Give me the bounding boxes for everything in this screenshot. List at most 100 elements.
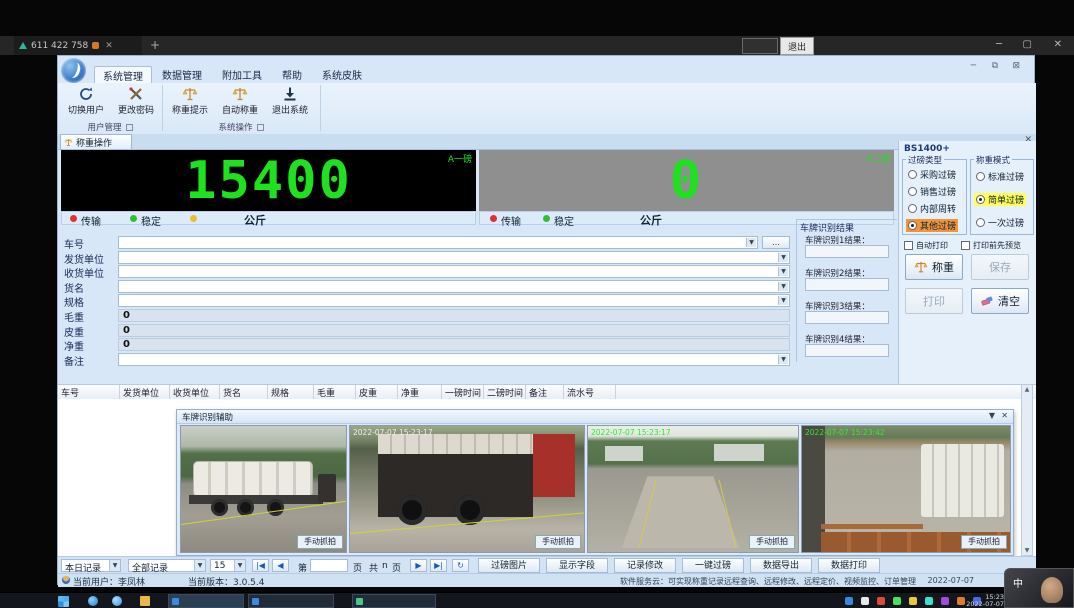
col-remark[interactable]: 备注 bbox=[526, 385, 564, 400]
radio-simple[interactable]: 简单过磅 bbox=[974, 193, 1026, 206]
weigh-alert-button[interactable]: 称重提示 bbox=[166, 85, 214, 121]
folder-icon[interactable] bbox=[140, 596, 150, 606]
scroll-up-icon[interactable]: ▲ bbox=[1022, 386, 1032, 393]
weigh-button[interactable]: 称重 bbox=[905, 254, 963, 280]
receiver-input[interactable]: ▼ bbox=[118, 265, 790, 278]
radio-sales[interactable]: 销售过磅 bbox=[906, 185, 958, 198]
group-launcher-icon[interactable] bbox=[257, 124, 264, 131]
ribbon-tab-tools[interactable]: 附加工具 bbox=[214, 66, 270, 83]
remote-exit-button[interactable]: 退出 bbox=[780, 37, 814, 55]
first-page-button[interactable]: |◀ bbox=[252, 559, 269, 572]
auto-print-checkbox[interactable]: 自动打印 bbox=[904, 240, 948, 251]
plate-result-3-input[interactable] bbox=[805, 311, 889, 324]
taskbar-window-3[interactable] bbox=[352, 594, 436, 608]
goods-input[interactable]: ▼ bbox=[118, 280, 790, 293]
chevron-down-icon[interactable]: ▼ bbox=[746, 238, 756, 247]
taskbar-window-1[interactable] bbox=[168, 594, 244, 608]
ribbon-tab-system[interactable]: 系统管理 bbox=[94, 66, 152, 84]
col-receiver[interactable]: 收货单位 bbox=[170, 385, 220, 400]
plate-more-button[interactable]: … bbox=[762, 236, 790, 249]
show-fields-button[interactable]: 显示字段 bbox=[546, 558, 608, 573]
chevron-down-icon[interactable]: ▼ bbox=[109, 560, 120, 571]
chevron-down-icon[interactable]: ▼ bbox=[778, 282, 788, 291]
close-icon[interactable]: ✕ bbox=[1054, 39, 1062, 50]
ribbon-tab-skin[interactable]: 系统皮肤 bbox=[314, 66, 370, 83]
minimize-icon[interactable]: ─ bbox=[996, 39, 1002, 50]
maximize-icon[interactable]: ▢ bbox=[1023, 39, 1032, 50]
col-tare[interactable]: 皮重 bbox=[356, 385, 398, 400]
tray-icon[interactable] bbox=[957, 597, 965, 605]
start-button-icon[interactable] bbox=[58, 596, 69, 607]
one-key-weigh-button[interactable]: 一键过磅 bbox=[682, 558, 744, 573]
app-minimize-icon[interactable]: ─ bbox=[971, 61, 976, 71]
tab-weighing[interactable]: 称重操作 bbox=[60, 134, 132, 149]
export-data-button[interactable]: 数据导出 bbox=[750, 558, 812, 573]
shipper-input[interactable]: ▼ bbox=[118, 251, 790, 264]
col-serial[interactable]: 流水号 bbox=[564, 385, 616, 400]
clear-button[interactable]: 清空 bbox=[971, 288, 1029, 314]
chevron-down-icon[interactable]: ▼ bbox=[778, 296, 788, 305]
manual-capture-button[interactable]: 手动抓拍 bbox=[535, 535, 581, 549]
col-goods[interactable]: 货名 bbox=[220, 385, 268, 400]
taskbar-window-2[interactable] bbox=[248, 594, 334, 608]
chevron-down-icon[interactable]: ▼ bbox=[778, 253, 788, 262]
tray-icon[interactable] bbox=[925, 597, 933, 605]
print-preview-checkbox[interactable]: 打印前先预览 bbox=[961, 240, 1021, 251]
browser-icon[interactable] bbox=[112, 596, 122, 606]
chevron-down-icon[interactable]: ▼ bbox=[234, 560, 245, 571]
camera-feed-2[interactable]: 2022-07-07 15:23:17 手动抓拍 bbox=[349, 425, 585, 553]
camera-feed-4[interactable]: 2022-07-07 15:23:42 手动抓拍 bbox=[801, 425, 1011, 553]
radio-purchase[interactable]: 采购过磅 bbox=[906, 168, 958, 181]
last-page-button[interactable]: ▶| bbox=[430, 559, 447, 572]
tray-icon[interactable] bbox=[877, 597, 885, 605]
col-time2[interactable]: 二磅时间 bbox=[484, 385, 526, 400]
save-button[interactable]: 保存 bbox=[971, 254, 1029, 280]
print-button[interactable]: 打印 bbox=[905, 288, 963, 314]
page-number-input[interactable] bbox=[310, 559, 348, 572]
change-password-button[interactable]: 更改密码 bbox=[112, 85, 160, 121]
app-restore-icon[interactable]: ⧉ bbox=[992, 61, 998, 71]
plate-result-1-input[interactable] bbox=[805, 245, 889, 258]
tray-icon[interactable] bbox=[941, 597, 949, 605]
radio-internal[interactable]: 内部周转 bbox=[906, 202, 958, 215]
tray-icon[interactable] bbox=[909, 597, 917, 605]
switch-user-button[interactable]: 切换用户 bbox=[62, 85, 110, 121]
app-close-icon[interactable]: ⊠ bbox=[1012, 61, 1020, 71]
radio-once[interactable]: 一次过磅 bbox=[974, 216, 1026, 229]
col-time1[interactable]: 一磅时间 bbox=[442, 385, 484, 400]
scroll-down-icon[interactable]: ▼ bbox=[1022, 547, 1032, 554]
table-scrollbar[interactable]: ▲ ▼ bbox=[1021, 384, 1033, 556]
manual-capture-button[interactable]: 手动抓拍 bbox=[749, 535, 795, 549]
col-net[interactable]: 净重 bbox=[398, 385, 442, 400]
camera-feed-3[interactable]: 2022-07-07 15:23:17 手动抓拍 bbox=[587, 425, 799, 553]
scope-all-select[interactable]: 全部记录▼ bbox=[128, 559, 206, 572]
next-page-button[interactable]: ▶ bbox=[410, 559, 427, 572]
tray-icon[interactable] bbox=[845, 597, 853, 605]
new-tab-button[interactable]: + bbox=[150, 38, 160, 52]
tray-icon[interactable] bbox=[893, 597, 901, 605]
radio-other[interactable]: 其他过磅 bbox=[906, 219, 958, 232]
camera-feed-1[interactable]: 手动抓拍 bbox=[180, 425, 347, 553]
col-gross[interactable]: 毛重 bbox=[314, 385, 356, 400]
col-spec[interactable]: 规格 bbox=[268, 385, 314, 400]
col-plate[interactable]: 车号 bbox=[58, 385, 120, 400]
remote-tab[interactable]: 611 422 758 ✕ bbox=[14, 36, 142, 55]
tray-icon[interactable] bbox=[861, 597, 869, 605]
tab-close-icon[interactable]: ✕ bbox=[105, 41, 113, 51]
page-size-select[interactable]: 15▼ bbox=[210, 559, 246, 572]
ribbon-tab-help[interactable]: 帮助 bbox=[274, 66, 310, 83]
manual-capture-button[interactable]: 手动抓拍 bbox=[961, 535, 1007, 549]
weigh-photos-button[interactable]: 过磅图片 bbox=[478, 558, 540, 573]
auto-weigh-button[interactable]: 自动称重 bbox=[216, 85, 264, 121]
close-icon[interactable]: ✕ bbox=[1001, 411, 1008, 420]
plate-result-4-input[interactable] bbox=[805, 344, 889, 357]
browser-icon[interactable] bbox=[88, 596, 98, 606]
plate-result-2-input[interactable] bbox=[805, 278, 889, 291]
chevron-down-icon[interactable]: ▼ bbox=[194, 560, 205, 571]
prev-page-button[interactable]: ◀ bbox=[272, 559, 289, 572]
print-data-button[interactable]: 数据打印 bbox=[818, 558, 880, 573]
spec-input[interactable]: ▼ bbox=[118, 294, 790, 307]
chevron-down-icon[interactable]: ▼ bbox=[778, 267, 788, 276]
plate-input[interactable]: ▼ bbox=[118, 236, 758, 249]
remark-input[interactable]: ▼ bbox=[118, 353, 790, 366]
